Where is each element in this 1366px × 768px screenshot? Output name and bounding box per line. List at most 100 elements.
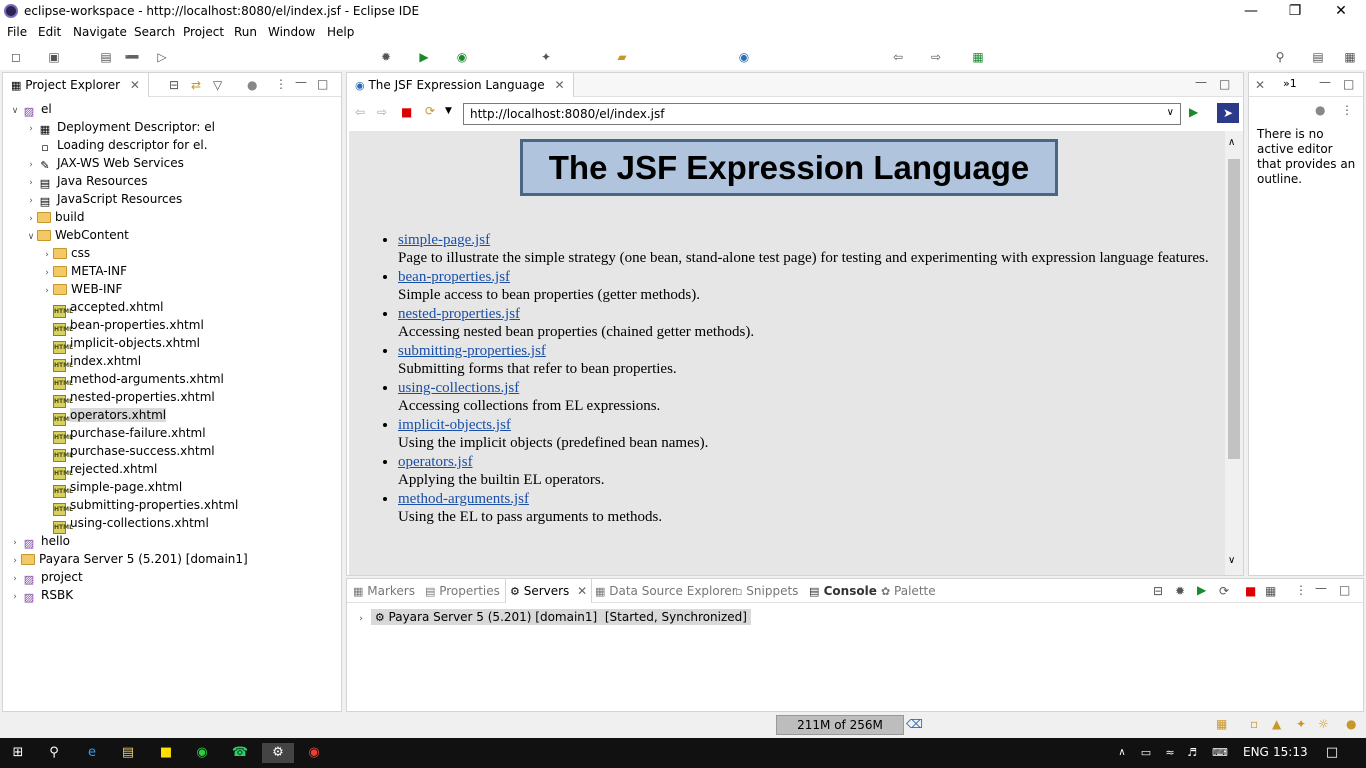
tree-item-meta-inf[interactable]: › META-INF [41,262,127,280]
tree-item-css[interactable]: › css [41,244,90,262]
forward-icon[interactable]: ⇨ [377,105,387,119]
tab-project-explorer[interactable]: ▦ Project Explorer ✕ [3,73,149,97]
open-folder-icon[interactable]: ▰ [614,49,630,65]
tree-item-file[interactable]: HTMLrejected.xhtml [53,460,157,480]
tab-palette[interactable]: ✿ Palette [881,584,936,598]
tree-item-el[interactable]: ∨ ▨ el [9,100,52,118]
tutorial-icon[interactable]: ▲ [1272,717,1281,731]
tree-item-web-inf[interactable]: › WEB-INF [41,280,122,298]
tree-item-file[interactable]: HTMLsubmitting-properties.xhtml [53,496,238,516]
tree-item-file[interactable]: HTMLpurchase-failure.xhtml [53,424,206,444]
link-submitting-properties[interactable]: submitting-properties.jsf [398,343,546,359]
tab-outline-overflow[interactable]: »1 [1283,77,1297,90]
scrollbar-thumb[interactable] [1228,159,1240,459]
tab-servers[interactable]: ⚙ Servers ✕ [505,579,593,603]
refresh-icon[interactable]: ⟳ [425,104,435,118]
minimize-icon[interactable]: — [1228,0,1274,22]
view-menu-icon[interactable]: ⋮ [1341,103,1353,117]
jee-perspective-icon[interactable]: ▦ [1342,49,1358,65]
minimize-view-icon[interactable]: — [1195,75,1207,89]
tree-item-file[interactable]: HTMLaccepted.xhtml [53,298,164,318]
link-implicit-objects[interactable]: implicit-objects.jsf [398,417,511,433]
clock[interactable]: 15:13 [1273,745,1308,759]
heap-status[interactable]: 211M of 256M [776,715,904,735]
volume-icon[interactable]: ♬ [1182,743,1202,763]
tree-item-hello[interactable]: › ▨ hello [9,532,70,550]
tab-markers[interactable]: ▦ Markers [353,584,415,598]
run-server-icon[interactable]: ◉ [454,49,470,65]
minimize-view-icon[interactable]: — [1315,581,1327,595]
menu-edit[interactable]: Edit [38,25,61,39]
collapse-all-icon[interactable]: ⊟ [1153,584,1163,598]
tree-item-file-selected[interactable]: HTMLoperators.xhtml [53,406,167,426]
tree-item-deployment-descriptor[interactable]: › ▦ Deployment Descriptor: el [25,118,215,136]
tab-properties[interactable]: ▤ Properties [425,584,500,598]
wand-icon[interactable]: ✦ [1296,717,1306,731]
server-entry[interactable]: ⚙ Payara Server 5 (5.201) [domain1] [Sta… [370,609,751,625]
menu-help[interactable]: Help [327,25,354,39]
menu-run[interactable]: Run [234,25,257,39]
lightbulb-icon[interactable]: ● [1346,717,1356,731]
keyboard-icon[interactable]: ⌨ [1210,743,1230,763]
tab-console[interactable]: ▤ Console [809,584,877,598]
link-method-arguments[interactable]: method-arguments.jsf [398,491,529,507]
tree-item-java-resources[interactable]: › ▤ Java Resources [25,172,147,190]
menu-project[interactable]: Project [183,25,224,39]
battery-icon[interactable]: ▭ [1136,743,1156,763]
tree-item-file[interactable]: HTMLnested-properties.xhtml [53,388,215,408]
debug-icon[interactable]: ✹ [378,49,394,65]
forward-nav-icon[interactable]: ⇨ [928,49,944,65]
link-simple-page[interactable]: simple-page.jsf [398,232,490,248]
new-icon[interactable]: ◻ [8,49,24,65]
back-icon[interactable]: ⇦ [355,105,365,119]
eclipse-task-icon[interactable]: ⚙ [262,743,294,763]
globe-icon[interactable]: ◉ [736,49,752,65]
chevron-down-icon[interactable]: ∨ [9,102,21,120]
focus-icon[interactable]: ● [247,78,257,92]
maximize-view-icon[interactable]: □ [1219,77,1230,91]
minimize-view-icon[interactable]: — [295,75,307,89]
close-tab-icon[interactable]: ✕ [554,78,564,92]
server-row[interactable]: › ⚙ Payara Server 5 (5.201) [domain1] [S… [355,608,751,626]
tree-item-file[interactable]: HTMLpurchase-success.xhtml [53,442,215,462]
view-menu-icon[interactable]: ⋮ [275,77,287,91]
tree-item-file[interactable]: HTMLimplicit-objects.xhtml [53,334,200,354]
tree-item-loading-descriptor[interactable]: ▫ Loading descriptor for el. [25,136,207,154]
overview-icon[interactable]: ☼ [1318,717,1329,731]
tray-chevron-up-icon[interactable]: ∧ [1112,743,1132,763]
tree-item-file[interactable]: HTMLusing-collections.xhtml [53,514,209,534]
file-explorer-icon[interactable]: ▤ [118,743,138,763]
publish-icon[interactable]: ▦ [1265,584,1276,598]
back-nav-icon[interactable]: ⇦ [890,49,906,65]
stop-server-icon[interactable]: ■ [1245,584,1256,598]
resume-icon[interactable]: ▷ [154,49,170,65]
whatsapp-icon[interactable]: ☎ [230,743,250,763]
go-icon[interactable]: ▶ [1189,105,1198,119]
tree-item-webcontent[interactable]: ∨ WebContent [25,226,129,244]
stop-icon[interactable]: ■ [401,105,412,119]
chevron-right-icon[interactable]: › [9,588,21,606]
tab-jsf-expression-language[interactable]: ◉ The JSF Expression Language ✕ [347,73,574,97]
tree-item-project[interactable]: › ▨ project [9,568,82,586]
edge-icon[interactable]: e [82,743,102,763]
tree-item-file[interactable]: HTMLsimple-page.xhtml [53,478,182,498]
chevron-down-icon[interactable]: ∨ [1167,107,1174,118]
start-server-icon[interactable]: ▶ [1197,583,1206,597]
chevron-right-icon[interactable]: › [41,282,53,300]
debug-server-icon[interactable]: ✹ [1175,584,1185,598]
new-server-icon[interactable]: ✦ [538,49,554,65]
windows-start-icon[interactable]: ⊞ [8,743,28,763]
language-indicator[interactable]: ENG [1243,745,1269,759]
tree-item-rsbk[interactable]: › ▨ RSBK [9,586,73,604]
maximize-view-icon[interactable]: □ [1343,77,1354,91]
wifi-icon[interactable]: ≈ [1160,743,1180,763]
maximize-view-icon[interactable]: □ [1339,583,1350,597]
chevron-down-icon[interactable]: ▼ [445,106,452,116]
collapse-all-icon[interactable]: ⊟ [169,78,179,92]
filter-icon[interactable]: ▽ [213,78,222,92]
tips-icon[interactable]: ▦ [1216,717,1227,731]
focus-icon[interactable]: ● [1315,103,1325,117]
close-tab-icon[interactable]: ✕ [130,78,140,92]
menu-search[interactable]: Search [134,25,175,39]
menu-navigate[interactable]: Navigate [73,25,127,39]
